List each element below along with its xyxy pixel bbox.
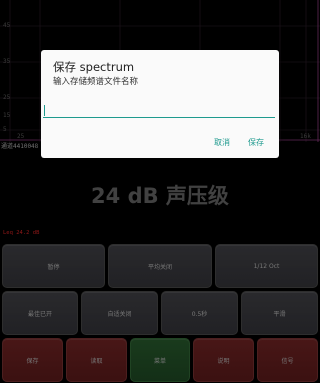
cancel-button[interactable]: 取消	[214, 137, 230, 148]
save-dialog: 保存 spectrum 输入存储频谱文件名称 取消 保存	[41, 50, 279, 158]
dialog-title: 保存 spectrum	[53, 60, 135, 74]
text-caret	[44, 105, 45, 116]
dialog-save-button[interactable]: 保存	[248, 137, 264, 148]
dialog-message: 输入存储频谱文件名称	[53, 77, 139, 87]
filename-input[interactable]	[43, 102, 275, 118]
